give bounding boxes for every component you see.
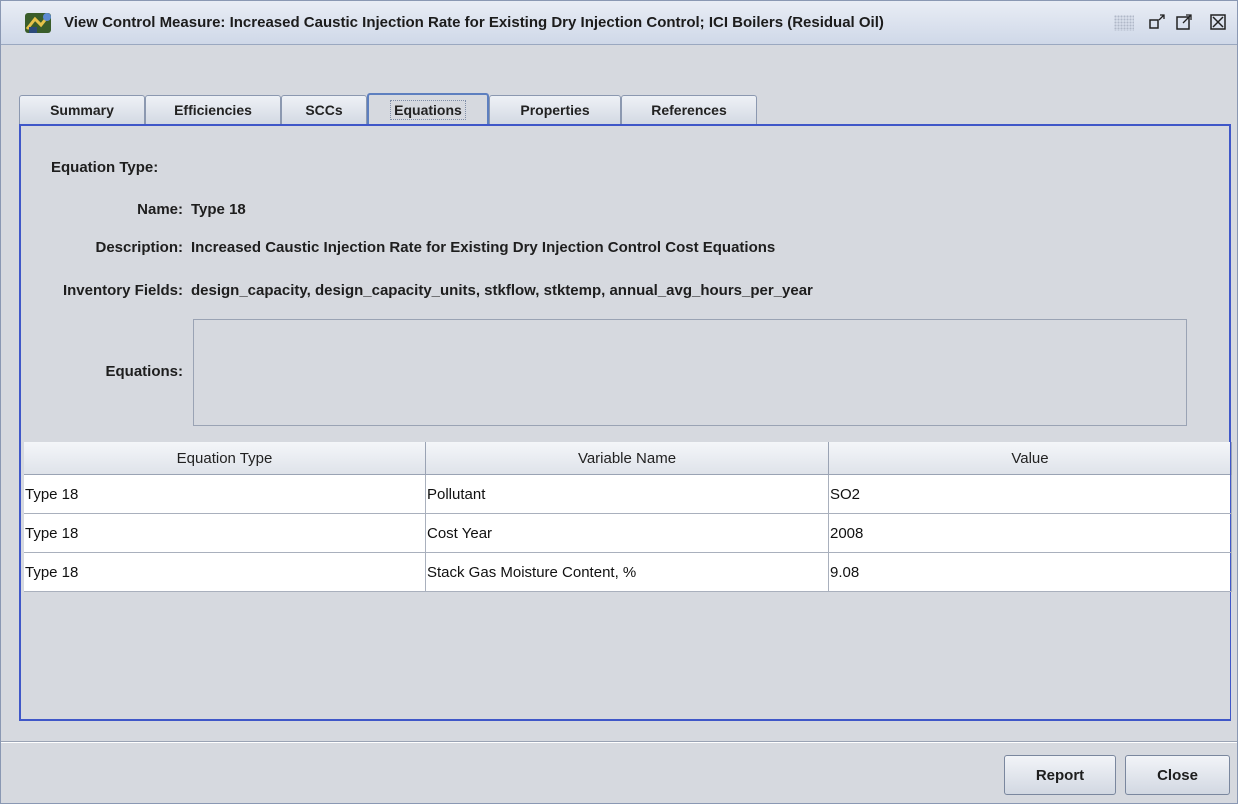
tab-references-label: References: [651, 102, 727, 118]
equations-textarea[interactable]: [193, 319, 1187, 426]
equation-type-label: Equation Type:: [51, 159, 159, 176]
tab-equations-label: Equations: [390, 100, 466, 120]
tab-references[interactable]: References: [621, 95, 757, 124]
description-label: Description:: [95, 239, 183, 256]
equations-label: Equations:: [105, 363, 184, 380]
column-header-value[interactable]: Value: [829, 442, 1232, 475]
control-measure-app-icon: [23, 9, 55, 37]
bottom-separator: [1, 741, 1237, 743]
table-row[interactable]: Type 18 Cost Year 2008: [24, 514, 1232, 553]
close-icon[interactable]: [1207, 11, 1229, 33]
cell-equation-type: Type 18: [24, 553, 426, 592]
equations-panel: Equation Type: Name: Type 18 Description…: [19, 124, 1232, 721]
tab-summary-label: Summary: [50, 102, 114, 118]
table-row[interactable]: Type 18 Stack Gas Moisture Content, % 9.…: [24, 553, 1232, 592]
cell-value: 9.08: [829, 553, 1232, 592]
window-title: View Control Measure: Increased Caustic …: [64, 14, 884, 31]
tab-sccs-label: SCCs: [305, 102, 343, 118]
table-row[interactable]: Type 18 Pollutant SO2: [24, 475, 1232, 514]
tab-properties-label: Properties: [520, 102, 590, 118]
tab-efficiencies-label: Efficiencies: [174, 102, 252, 118]
cell-equation-type: Type 18: [24, 475, 426, 514]
tab-efficiencies[interactable]: Efficiencies: [145, 95, 281, 124]
inventory-fields-label: Inventory Fields:: [62, 282, 183, 299]
cell-variable-name: Cost Year: [426, 514, 829, 553]
close-button[interactable]: Close: [1125, 755, 1230, 795]
cell-variable-name: Pollutant: [426, 475, 829, 514]
tab-properties[interactable]: Properties: [489, 95, 621, 124]
cell-equation-type: Type 18: [24, 514, 426, 553]
tab-summary[interactable]: Summary: [19, 95, 145, 124]
name-value: Type 18: [191, 201, 246, 218]
column-header-variable-name[interactable]: Variable Name: [426, 442, 829, 475]
tab-equations[interactable]: Equations: [367, 93, 489, 125]
maximize-icon[interactable]: [1173, 11, 1195, 33]
cell-value: SO2: [829, 475, 1232, 514]
tab-sccs[interactable]: SCCs: [281, 95, 367, 124]
inventory-fields-value: design_capacity, design_capacity_units, …: [191, 282, 813, 299]
name-label: Name:: [137, 201, 183, 218]
description-value: Increased Caustic Injection Rate for Exi…: [191, 239, 776, 256]
report-button[interactable]: Report: [1004, 755, 1116, 795]
view-control-measure-window: View Control Measure: Increased Caustic …: [0, 0, 1238, 804]
cell-value: 2008: [829, 514, 1232, 553]
table-header: Equation Type Variable Name Value: [24, 442, 1232, 475]
title-bar[interactable]: View Control Measure: Increased Caustic …: [1, 1, 1237, 45]
column-header-equation-type[interactable]: Equation Type: [24, 442, 426, 475]
restore-icon[interactable]: [1146, 11, 1168, 33]
cell-variable-name: Stack Gas Moisture Content, %: [426, 553, 829, 592]
title-grip: [1114, 15, 1134, 31]
equation-variables-table: Equation Type Variable Name Value Type 1…: [24, 442, 1232, 719]
